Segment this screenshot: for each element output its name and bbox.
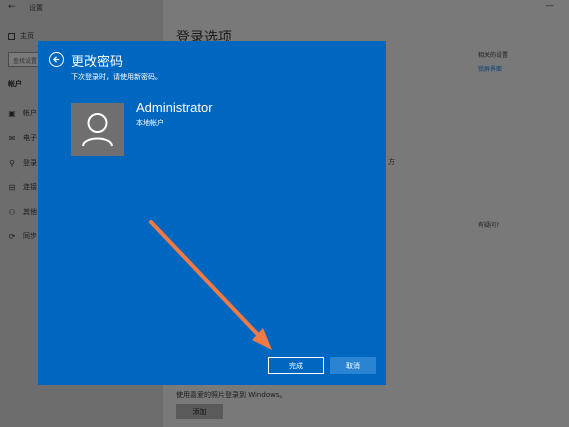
annotation-arrow-icon <box>149 220 272 350</box>
screen: 主页 查找设置 ⌕ 帐户 ▣ 帐户 ✉ 电子 ⚲ 登录 ⊟ 连接 ⚇ 其他 ⟳ … <box>0 0 569 427</box>
